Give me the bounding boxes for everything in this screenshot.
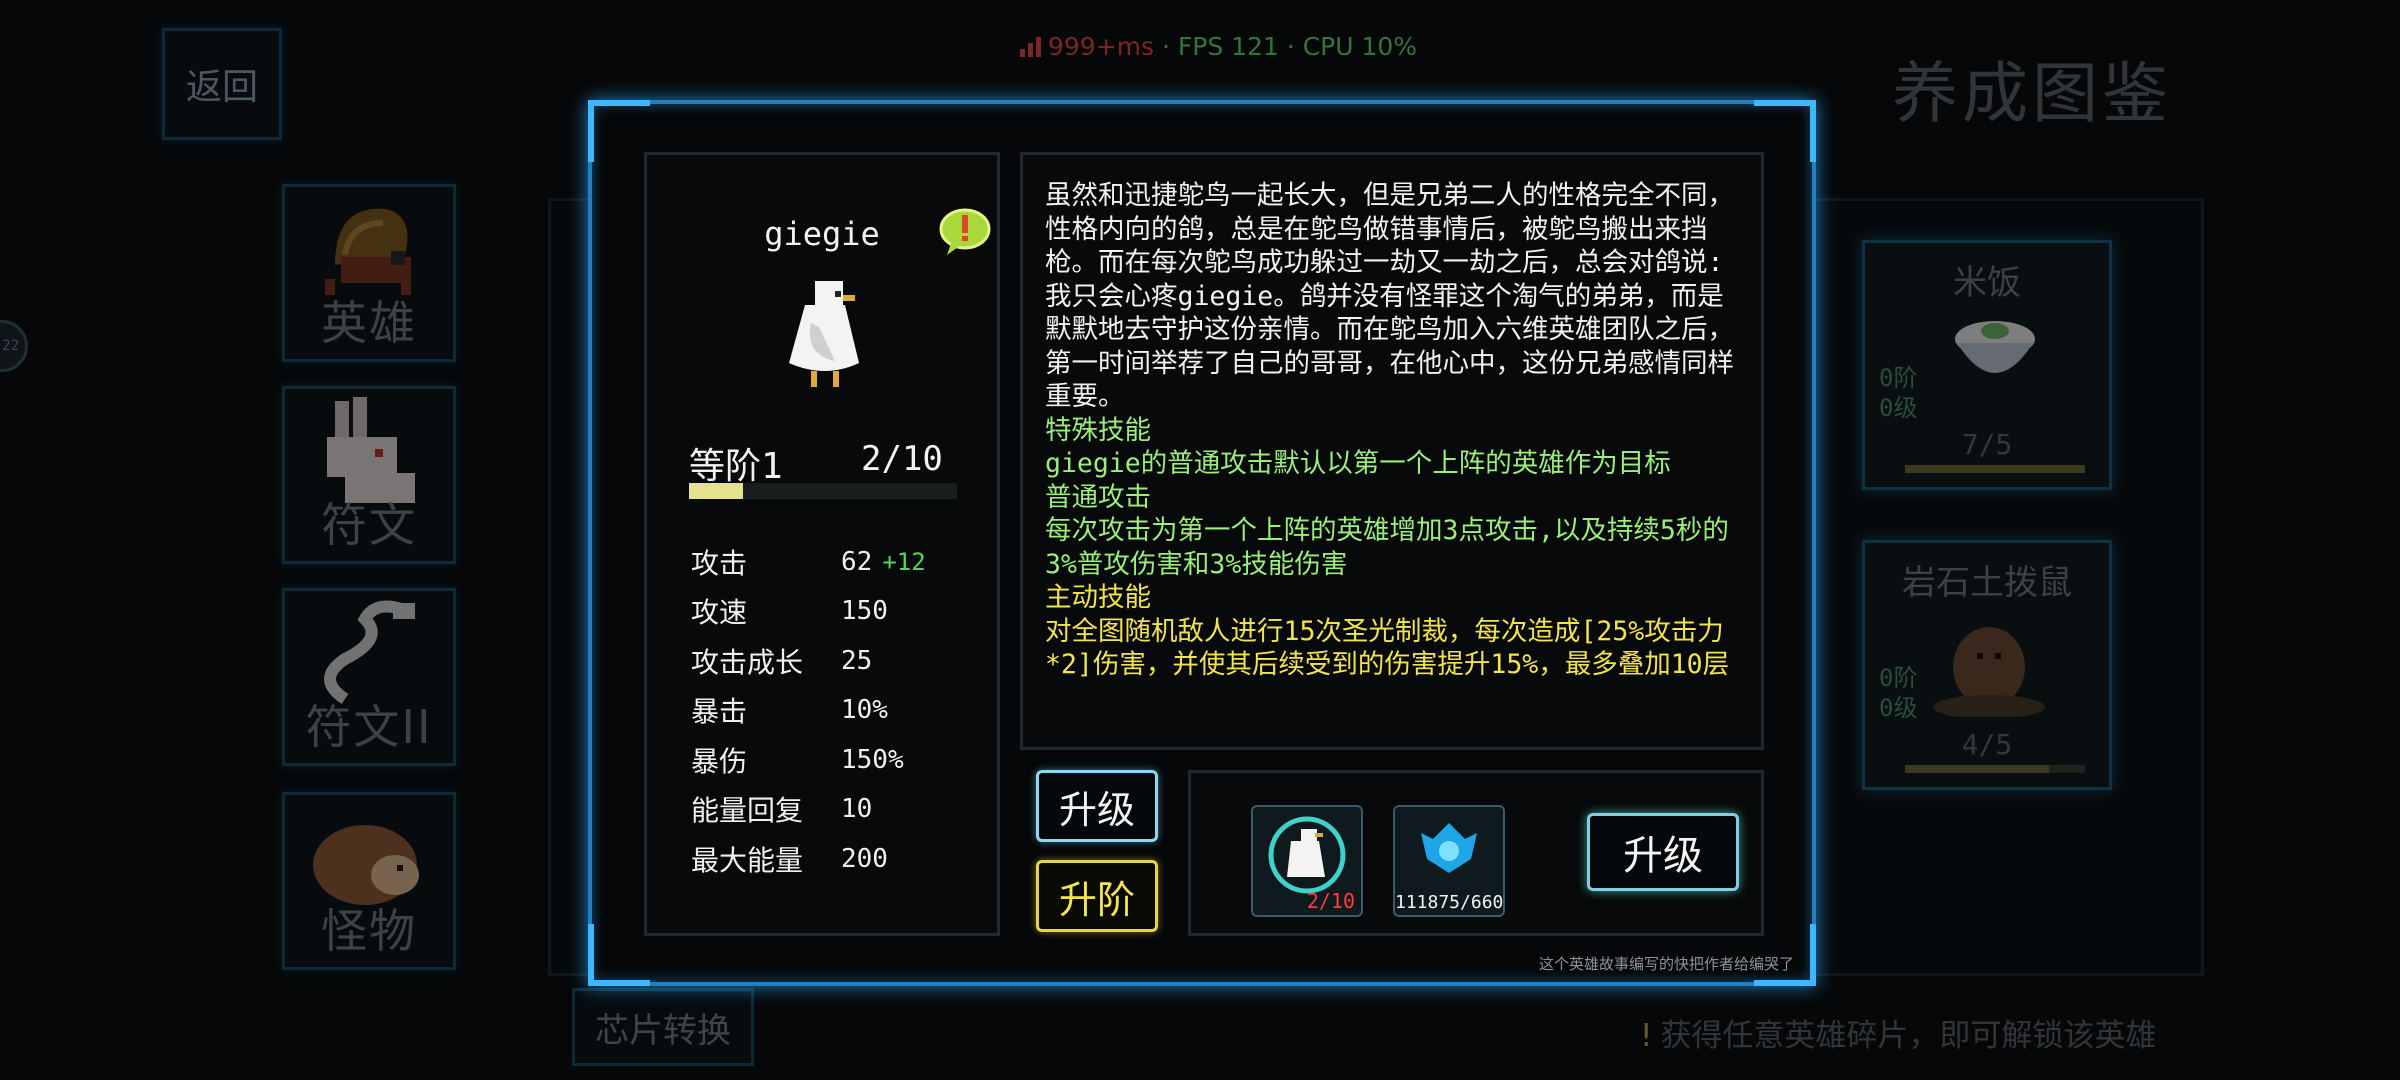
stat-row: 能量回复 10: [691, 785, 981, 835]
stat-value: 62: [841, 546, 873, 577]
pigeon-sprite-icon: [789, 281, 859, 387]
confirm-upgrade-button[interactable]: 升级: [1587, 813, 1739, 891]
rank-progress-bar: [689, 483, 957, 499]
normal-attack-text: 每次攻击为第一个上阵的英雄增加3点攻击,以及持续5秒的3%普攻伤害和3%技能伤害: [1045, 515, 1729, 580]
upgrade-cost-panel: 2/10 111875/660 升级: [1188, 770, 1764, 936]
stat-row: 暴伤 150%: [691, 735, 981, 785]
stat-value: 150: [841, 596, 888, 627]
upgrade-button[interactable]: 升级: [1036, 770, 1158, 842]
stat-value: 10: [841, 794, 873, 825]
stat-name: 攻击成长: [691, 645, 804, 679]
crystal-icon: [1421, 823, 1477, 873]
stat-row: 攻击成长 25: [691, 636, 981, 686]
stat-value: 200: [841, 843, 888, 874]
stat-name: 暴击: [691, 695, 748, 729]
pigeon-shard-icon: [1268, 816, 1346, 894]
cost-crystals[interactable]: 111875/660: [1393, 805, 1505, 917]
hero-story-panel[interactable]: 虽然和迅捷鸵鸟一起长大，但是兄弟二人的性格完全不同，性格内向的鸽，总是在鸵鸟做错…: [1020, 152, 1764, 750]
normal-attack-title: 普通攻击: [1045, 481, 1151, 513]
stat-name: 能量回复: [691, 794, 804, 828]
rank-label: 等阶1: [689, 446, 783, 487]
active-skill-text: 对全图随机敌人进行15次圣光制裁，每次造成[25%攻击力*2]伤害，并使其后续受…: [1045, 615, 1730, 681]
stat-row: 暴击 10%: [691, 686, 981, 736]
stat-row: 最大能量 200: [691, 834, 981, 884]
stat-value: 25: [841, 645, 873, 676]
stat-value: 10%: [841, 695, 888, 726]
lore-text: 虽然和迅捷鸵鸟一起长大，但是兄弟二人的性格完全不同，性格内向的鸽，总是在鸵鸟做错…: [1045, 180, 1734, 412]
stat-name: 攻击: [691, 546, 748, 580]
rank-progress-text: 2/10: [861, 439, 943, 479]
stat-name: 最大能量: [691, 843, 804, 877]
stat-value: 150%: [841, 744, 904, 775]
special-skill-text: giegie的普通攻击默认以第一个上阵的英雄作为目标: [1045, 448, 1671, 479]
cost-hero-shards[interactable]: 2/10: [1251, 805, 1363, 917]
stat-row: 攻速 150: [691, 587, 981, 637]
rank-up-button[interactable]: 升阶: [1036, 860, 1158, 932]
alert-bubble-icon[interactable]: [937, 207, 993, 257]
hero-info-panel: giegie 等阶1 2/10 攻击 62 +12 攻速 150 攻击成长 25 暴击 10% 暴…: [644, 152, 1000, 936]
footnote-text: 这个英雄故事编写的快把作者给编哭了: [1538, 955, 1794, 973]
stat-row: 攻击 62 +12: [691, 537, 981, 587]
cost-hero-shards-amount: 2/10: [1306, 889, 1355, 913]
stats-list: 攻击 62 +12 攻速 150 攻击成长 25 暴击 10% 暴伤 150% 能量回复 10 最大能量 2…: [691, 537, 981, 884]
active-skill-title: 主动技能: [1045, 582, 1151, 613]
stat-name: 暴伤: [691, 744, 748, 778]
hero-detail-modal: giegie 等阶1 2/10 攻击 62 +12 攻速 150 攻击成长 25 暴击 10% 暴…: [588, 100, 1816, 986]
stat-bonus: +12: [882, 547, 926, 576]
stat-name: 攻速: [691, 596, 748, 630]
special-skill-title: 特殊技能: [1045, 414, 1151, 446]
cost-crystals-amount: 111875/660: [1395, 892, 1504, 913]
